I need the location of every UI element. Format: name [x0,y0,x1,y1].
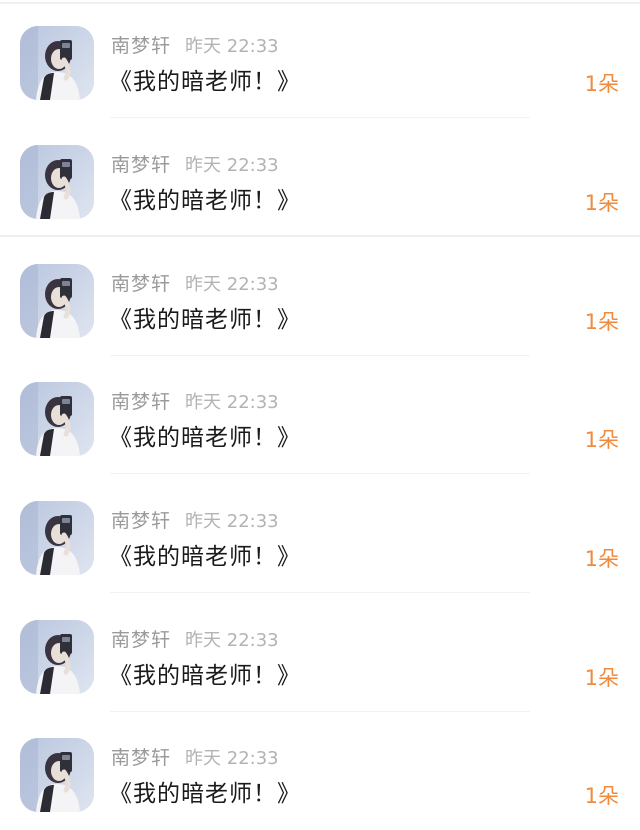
comment-row[interactable]: 南梦轩 昨天 22:33 《我的暗老师！》 1朵 [0,356,640,474]
avatar-photo-icon [20,501,94,575]
row-divider [110,473,530,474]
comment-text: 《我的暗老师！》 [109,69,301,95]
comment-row[interactable]: 南梦轩 昨天 22:33 《我的暗老师！》 1朵 [0,594,640,712]
avatar[interactable] [20,264,94,338]
avatar[interactable] [20,501,94,575]
comment-row[interactable]: 南梦轩 昨天 22:33 《我的暗老师！》 1朵 [0,238,640,356]
timestamp: 昨天 22:33 [185,274,279,295]
flower-count: 1朵 [584,310,619,334]
comment-meta: 南梦轩 昨天 22:33 [111,269,279,299]
username[interactable]: 南梦轩 [111,629,171,651]
flower-count: 1朵 [584,72,619,96]
comment-text: 《我的暗老师！》 [109,544,301,570]
timestamp: 昨天 22:33 [185,392,279,413]
avatar[interactable] [20,738,94,812]
timestamp: 昨天 22:33 [185,36,279,57]
comment-text: 《我的暗老师！》 [109,663,301,689]
comment-text: 《我的暗老师！》 [109,425,301,451]
avatar-photo-icon [20,620,94,694]
comment-text: 《我的暗老师！》 [109,307,301,333]
comment-meta: 南梦轩 昨天 22:33 [111,743,279,773]
flower-count: 1朵 [584,428,619,452]
comment-text: 《我的暗老师！》 [109,781,301,807]
comment-row[interactable]: 南梦轩 昨天 22:33 《我的暗老师！》 1朵 [0,712,640,830]
avatar-photo-icon [20,382,94,456]
comment-row[interactable]: 南梦轩 昨天 22:33 《我的暗老师！》 1朵 [0,119,640,237]
avatar-photo-icon [20,145,94,219]
username[interactable]: 南梦轩 [111,747,171,769]
avatar[interactable] [20,382,94,456]
avatar[interactable] [20,26,94,100]
timestamp: 昨天 22:33 [185,155,279,176]
comment-row[interactable]: 南梦轩 昨天 22:33 《我的暗老师！》 1朵 [0,475,640,593]
timestamp: 昨天 22:33 [185,630,279,651]
comment-text: 《我的暗老师！》 [109,188,301,214]
username[interactable]: 南梦轩 [111,273,171,295]
comment-meta: 南梦轩 昨天 22:33 [111,150,279,180]
avatar-photo-icon [20,738,94,812]
comment-meta: 南梦轩 昨天 22:33 [111,387,279,417]
flower-count: 1朵 [584,547,619,571]
comment-meta: 南梦轩 昨天 22:33 [111,625,279,655]
avatar[interactable] [20,145,94,219]
row-divider [110,592,530,593]
avatar-photo-icon [20,264,94,338]
flower-count: 1朵 [584,666,619,690]
flower-count: 1朵 [584,784,619,808]
row-divider [0,235,640,237]
username[interactable]: 南梦轩 [111,510,171,532]
flower-count: 1朵 [584,191,619,215]
comment-meta: 南梦轩 昨天 22:33 [111,506,279,536]
comment-row[interactable]: 南梦轩 昨天 22:33 《我的暗老师！》 1朵 [0,0,640,118]
row-divider [110,117,530,118]
avatar-photo-icon [20,26,94,100]
username[interactable]: 南梦轩 [111,154,171,176]
username[interactable]: 南梦轩 [111,391,171,413]
avatar[interactable] [20,620,94,694]
comment-meta: 南梦轩 昨天 22:33 [111,31,279,61]
timestamp: 昨天 22:33 [185,511,279,532]
timestamp: 昨天 22:33 [185,748,279,769]
username[interactable]: 南梦轩 [111,35,171,57]
